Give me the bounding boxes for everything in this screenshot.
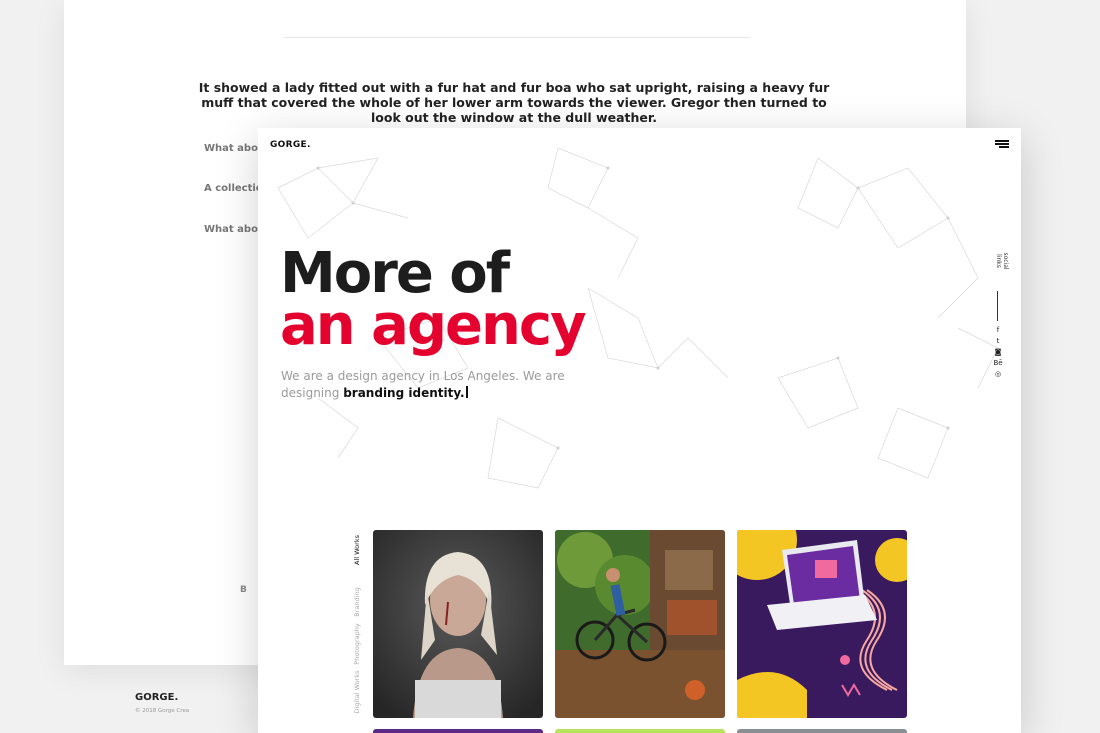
site-logo[interactable]: GORGE. bbox=[270, 140, 311, 150]
social-media-laptop-tile[interactable] bbox=[737, 530, 907, 718]
social-icons: f t ◙ Bē ◎ bbox=[993, 325, 1003, 380]
typing-cursor bbox=[465, 386, 468, 398]
hero-subtitle-mid: designing bbox=[281, 386, 340, 400]
filter-digital-works[interactable]: Digital Works bbox=[351, 655, 363, 729]
faq-question[interactable]: What abou bbox=[204, 224, 265, 235]
faq-question[interactable]: What abou bbox=[204, 143, 265, 154]
hamburger-menu-icon[interactable] bbox=[995, 140, 1009, 150]
front-page: GORGE. More of an agency We are a design… bbox=[258, 128, 1021, 733]
facebook-icon[interactable]: f bbox=[993, 325, 1003, 336]
portrait-photo-tile[interactable] bbox=[373, 530, 543, 718]
footer-copyright: © 2018 Gorge Crea bbox=[135, 708, 190, 714]
portfolio-filters: All Works Branding Photography Digital W… bbox=[350, 530, 364, 713]
typed-text: branding identity. bbox=[343, 386, 465, 400]
divider bbox=[284, 37, 750, 38]
grey-tile[interactable] bbox=[737, 729, 907, 733]
footer-logo[interactable]: GORGE. bbox=[135, 692, 178, 703]
cyclist-image bbox=[555, 530, 725, 718]
instagram-icon[interactable]: ◙ bbox=[993, 347, 1003, 358]
green-tile[interactable] bbox=[555, 729, 725, 733]
hero-heading-line2: an agency bbox=[280, 293, 587, 358]
social-links-label: social links bbox=[995, 252, 1009, 270]
social-divider bbox=[997, 291, 998, 321]
behance-icon[interactable]: Bē bbox=[993, 358, 1003, 369]
quote-text: It showed a lady fitted out with a fur h… bbox=[198, 80, 830, 125]
hero-subtitle: We are a design agency in Los Angeles. W… bbox=[281, 368, 565, 402]
twitter-icon[interactable]: t bbox=[993, 336, 1003, 347]
purple-tile[interactable] bbox=[373, 729, 543, 733]
cyclist-illustration-tile[interactable] bbox=[555, 530, 725, 718]
hero-subtitle-start: We are a design agency in Los Angeles. W… bbox=[281, 369, 565, 383]
portrait-image bbox=[373, 530, 543, 718]
laptop-mockup-image bbox=[737, 530, 907, 718]
dribbble-icon[interactable]: ◎ bbox=[993, 369, 1003, 380]
